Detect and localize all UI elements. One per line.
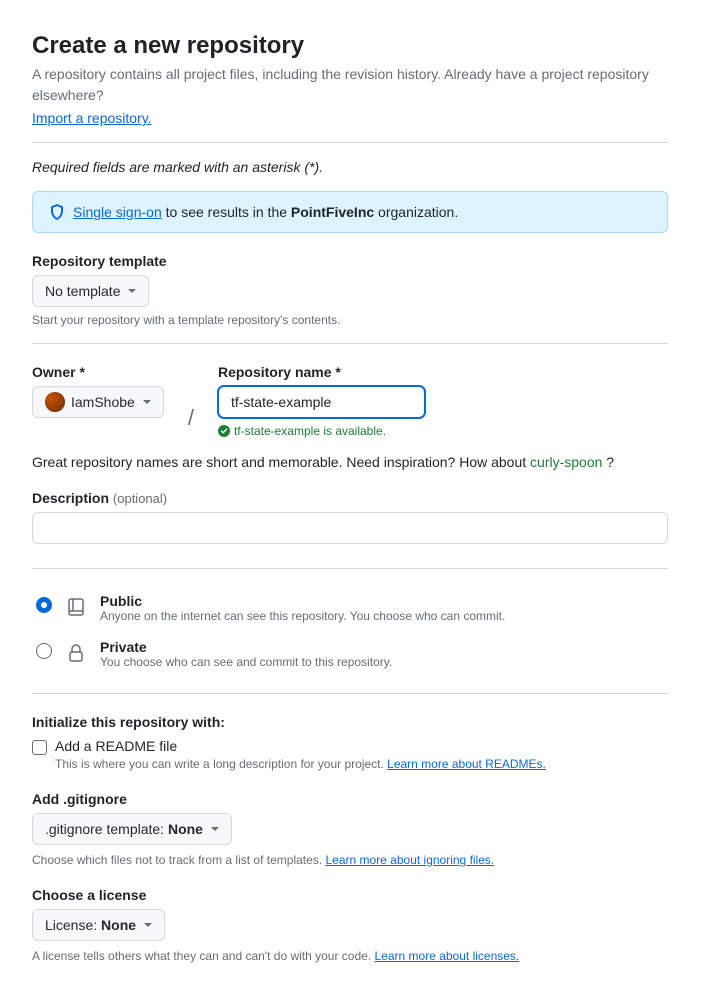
license-learn-more-link[interactable]: Learn more about licenses. <box>375 949 520 963</box>
readme-hint: This is where you can write a long descr… <box>55 757 668 771</box>
check-circle-icon <box>218 425 230 437</box>
lock-icon <box>64 641 88 665</box>
sso-link[interactable]: Single sign-on <box>73 204 162 220</box>
template-hint: Start your repository with a template re… <box>32 313 668 327</box>
template-label: Repository template <box>32 253 668 269</box>
chevron-down-icon <box>143 400 151 404</box>
repo-name-label: Repository name * <box>218 364 425 380</box>
license-label: Choose a license <box>32 887 668 903</box>
shield-icon <box>49 204 65 220</box>
readme-learn-more-link[interactable]: Learn more about READMEs. <box>387 757 546 771</box>
readme-checkbox[interactable] <box>32 740 47 755</box>
page-subhead: A repository contains all project files,… <box>32 64 668 106</box>
import-repository-link[interactable]: Import a repository. <box>32 110 152 126</box>
gitignore-learn-more-link[interactable]: Learn more about ignoring files. <box>325 853 494 867</box>
visibility-public-option[interactable]: Public Anyone on the internet can see th… <box>32 585 668 631</box>
slash-separator: / <box>188 402 194 434</box>
divider <box>32 693 668 694</box>
page-title: Create a new repository <box>32 32 668 60</box>
description-label: Description (optional) <box>32 490 668 506</box>
initialize-heading: Initialize this repository with: <box>32 714 668 730</box>
name-suggestion-text: Great repository names are short and mem… <box>32 454 668 470</box>
name-suggestion-link[interactable]: curly-spoon <box>530 454 602 470</box>
readme-label: Add a README file <box>55 738 177 754</box>
sso-banner: Single sign-on to see results in the Poi… <box>32 191 668 233</box>
owner-dropdown[interactable]: IamShobe <box>32 386 164 418</box>
availability-message: tf-state-example is available. <box>218 424 425 438</box>
sso-org-name: PointFiveInc <box>291 204 374 220</box>
visibility-private-option[interactable]: Private You choose who can see and commi… <box>32 631 668 677</box>
template-dropdown[interactable]: No template <box>32 275 149 307</box>
private-radio[interactable] <box>36 643 52 659</box>
chevron-down-icon <box>211 827 219 831</box>
gitignore-dropdown[interactable]: .gitignore template: None <box>32 813 232 845</box>
license-hint: A license tells others what they can and… <box>32 949 668 963</box>
description-input[interactable] <box>32 512 668 544</box>
gitignore-label: Add .gitignore <box>32 791 668 807</box>
public-radio[interactable] <box>36 597 52 613</box>
owner-avatar <box>45 392 65 412</box>
required-fields-note: Required fields are marked with an aster… <box>32 159 668 175</box>
owner-label: Owner * <box>32 364 164 380</box>
divider <box>32 568 668 569</box>
divider <box>32 142 668 143</box>
chevron-down-icon <box>128 289 136 293</box>
gitignore-hint: Choose which files not to track from a l… <box>32 853 668 867</box>
chevron-down-icon <box>144 923 152 927</box>
repo-name-input[interactable] <box>218 386 425 418</box>
divider <box>32 343 668 344</box>
repo-icon <box>64 595 88 619</box>
license-dropdown[interactable]: License: None <box>32 909 165 941</box>
